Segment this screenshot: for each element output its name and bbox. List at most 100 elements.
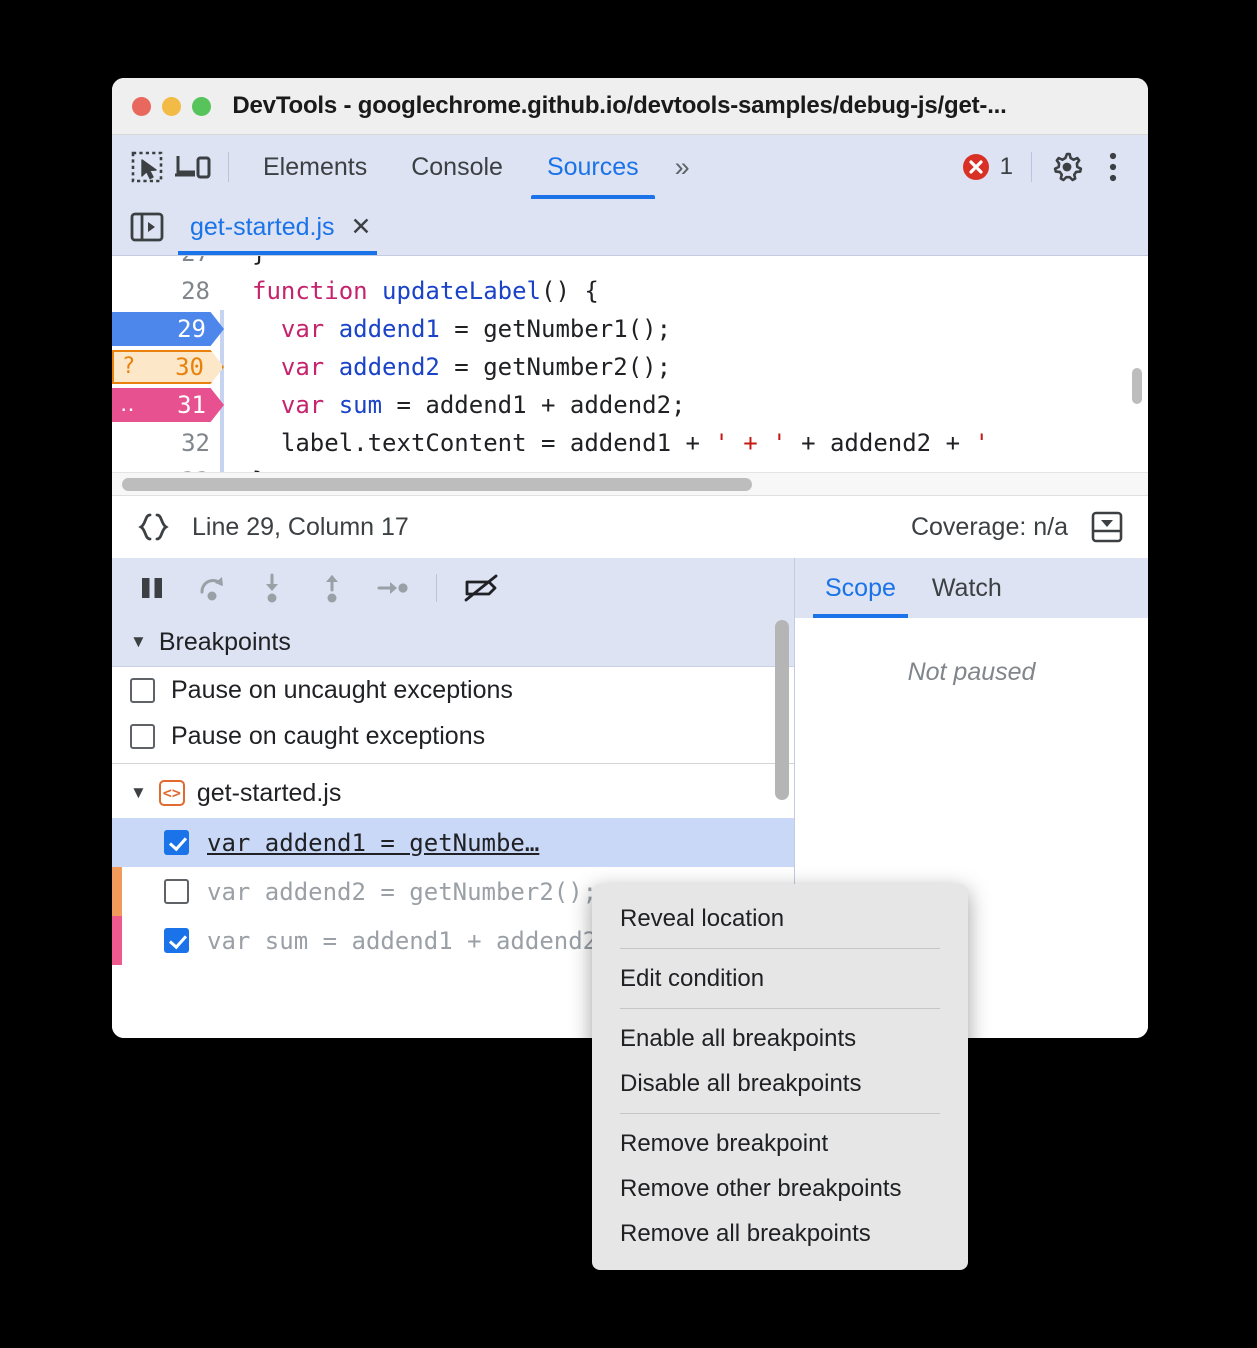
close-window-button[interactable]	[132, 96, 151, 116]
menu-item-remove-all-breakpoints[interactable]: Remove all breakpoints	[592, 1211, 968, 1256]
breakpoint-type-stripe	[112, 916, 122, 965]
sources-tabstrip: get-started.js ✕	[112, 199, 1148, 256]
error-indicator-group[interactable]: 1	[951, 152, 1019, 182]
breakpoints-section-header[interactable]: ▼ Breakpoints	[112, 618, 794, 667]
debugger-toolbar-divider	[436, 574, 437, 602]
tab-console[interactable]: Console	[389, 135, 525, 199]
line-number: 29	[177, 315, 206, 343]
toolbar-divider-2	[1031, 152, 1032, 182]
kebab-menu-icon[interactable]	[1090, 144, 1136, 190]
code-line: ‥ 31 var sum = addend1 + addend2;	[112, 386, 1148, 424]
breakpoint-marker-conditional[interactable]: ? 30	[112, 350, 224, 384]
menu-divider	[620, 948, 940, 949]
menu-item-disable-all-breakpoints[interactable]: Disable all breakpoints	[592, 1061, 968, 1106]
tab-sources[interactable]: Sources	[525, 135, 661, 199]
breakpoints-label: Breakpoints	[158, 627, 291, 656]
screenshot-root: DevTools - googlechrome.github.io/devtoo…	[0, 0, 1257, 1348]
coverage-status: Coverage: n/a	[910, 512, 1068, 541]
breakpoints-divider	[112, 763, 794, 764]
menu-divider	[620, 1008, 940, 1009]
js-file-icon: <>	[158, 780, 185, 806]
code-line: 29 var addend1 = getNumber1();	[112, 310, 1148, 348]
gutter-line-30: ? 30	[112, 348, 224, 386]
editor-horizontal-scrollbar-thumb[interactable]	[122, 478, 752, 491]
breakpoint-enabled-checkbox[interactable]	[164, 830, 189, 855]
code-lines: 27 } 28 function updateLabel() {	[112, 256, 1148, 495]
inspect-element-icon[interactable]	[124, 144, 170, 190]
tab-elements[interactable]: Elements	[241, 135, 389, 199]
pretty-print-icon[interactable]	[130, 504, 176, 550]
window-titlebar: DevTools - googlechrome.github.io/devtoo…	[112, 78, 1148, 135]
menu-divider	[620, 1113, 940, 1114]
deactivate-breakpoints-icon[interactable]	[455, 562, 507, 614]
tab-scope[interactable]: Scope	[807, 558, 914, 618]
error-circle-icon	[962, 154, 989, 180]
cursor-position: Line 29, Column 17	[192, 512, 409, 541]
step-into-icon[interactable]	[246, 562, 298, 614]
line-number: 28	[181, 277, 210, 305]
pause-uncaught-checkbox[interactable]	[130, 677, 155, 703]
code-editor[interactable]: 27 } 28 function updateLabel() {	[112, 256, 1148, 495]
line-number: 31	[177, 391, 206, 419]
code-line: ? 30 var addend2 = getNumber2();	[112, 348, 1148, 386]
file-tab-get-started-js[interactable]: get-started.js ✕	[170, 199, 385, 255]
menu-item-enable-all-breakpoints[interactable]: Enable all breakpoints	[592, 1016, 968, 1061]
editor-vertical-scrollbar[interactable]	[1132, 368, 1142, 404]
line-number: 32	[181, 429, 210, 457]
gear-icon[interactable]	[1044, 144, 1090, 190]
breakpoint-mark: ‥	[120, 392, 135, 417]
pause-on-uncaught-exceptions-row[interactable]: Pause on uncaught exceptions	[112, 667, 794, 713]
step-over-icon[interactable]	[186, 562, 238, 614]
file-tab-label: get-started.js	[190, 212, 335, 241]
menu-item-remove-other-breakpoints[interactable]: Remove other breakpoints	[592, 1166, 968, 1211]
breakpoint-enabled-checkbox[interactable]	[164, 879, 189, 904]
step-icon[interactable]	[366, 562, 418, 614]
breakpoint-list-item[interactable]: var addend1 = getNumbe…	[112, 818, 794, 867]
editor-horizontal-scrollbar-track[interactable]	[112, 472, 1148, 495]
breakpoint-snippet: var addend2 = getNumber2();	[207, 877, 598, 906]
debugger-controls-toolbar	[112, 558, 794, 618]
close-icon[interactable]: ✕	[351, 214, 372, 240]
gutter-line-29: 29	[112, 310, 224, 348]
breakpoint-type-stripe	[112, 867, 122, 916]
more-tabs-chevron-icon[interactable]: »	[661, 152, 700, 183]
pause-caught-checkbox[interactable]	[130, 723, 155, 749]
show-drawer-icon[interactable]	[1084, 504, 1130, 550]
gutter-line-32: 32	[112, 424, 220, 462]
menu-item-remove-breakpoint[interactable]: Remove breakpoint	[592, 1121, 968, 1166]
tab-watch[interactable]: Watch	[914, 558, 1020, 618]
pause-on-caught-exceptions-row[interactable]: Pause on caught exceptions	[112, 713, 794, 759]
breakpoint-snippet: var sum = addend1 + addend2;	[207, 926, 612, 955]
chevron-down-icon[interactable]: ▼	[130, 783, 147, 803]
code-content: var sum = addend1 + addend2;	[280, 391, 686, 419]
gutter-line-28: 28	[112, 272, 220, 310]
gutter-line-27: 27	[112, 256, 220, 272]
show-navigator-icon[interactable]	[124, 204, 170, 250]
breakpoint-enabled-checkbox[interactable]	[164, 928, 189, 953]
code-content: var addend2 = getNumber2();	[280, 353, 672, 381]
breakpoint-snippet: var addend1 = getNumbe…	[207, 828, 540, 857]
menu-item-reveal-location[interactable]: Reveal location	[592, 896, 968, 941]
code-content: var addend1 = getNumber1();	[280, 315, 672, 343]
breakpoint-marker-normal[interactable]: 29	[112, 312, 224, 346]
line-number: 30	[175, 353, 204, 381]
toolbar-divider-1	[228, 152, 229, 182]
menu-item-edit-condition[interactable]: Edit condition	[592, 956, 968, 1001]
minimize-window-button[interactable]	[162, 96, 181, 116]
device-toolbar-icon[interactable]	[170, 144, 216, 190]
pause-icon[interactable]	[126, 562, 178, 614]
breakpoint-mark: ?	[122, 354, 136, 379]
breakpoint-file-group[interactable]: ▼ <> get-started.js	[112, 768, 794, 818]
breakpoints-vertical-scrollbar[interactable]	[775, 620, 789, 800]
chevron-down-icon[interactable]: ▼	[130, 632, 147, 652]
maximize-window-button[interactable]	[192, 96, 211, 116]
pause-caught-label: Pause on caught exceptions	[171, 721, 486, 750]
code-line: 28 function updateLabel() {	[112, 272, 1148, 310]
breakpoint-marker-logpoint[interactable]: ‥ 31	[112, 388, 224, 422]
breakpoint-file-name: get-started.js	[196, 778, 342, 807]
step-out-icon[interactable]	[306, 562, 358, 614]
pause-uncaught-label: Pause on uncaught exceptions	[171, 675, 513, 704]
code-line: 27 }	[112, 256, 1148, 272]
code-content: label.textContent = addend1 + ' + ' + ad…	[252, 429, 989, 457]
breakpoint-context-menu: Reveal location Edit condition Enable al…	[592, 884, 968, 1270]
